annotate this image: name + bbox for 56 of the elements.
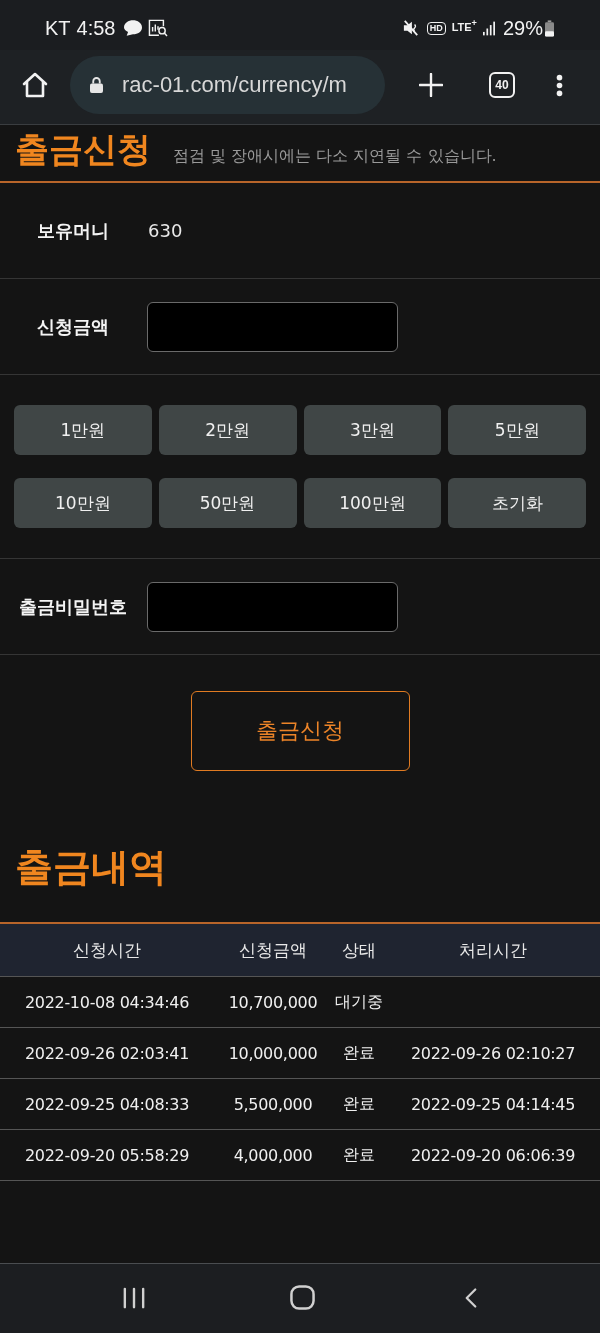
home-icon[interactable] [22,72,48,98]
balance-label: 보유머니 [36,218,110,243]
hd-voice-badge: HD [426,21,446,35]
amount-preset-button[interactable]: 3만원 [303,405,442,455]
signal-icon [482,20,495,36]
carrier-name: KT [45,17,71,39]
table-cell: 4,000,000 [233,1145,313,1165]
table-cell: 완료 [343,1042,375,1064]
tab-count-button[interactable]: 40 [489,72,515,98]
notice-text: 점검 및 장애시에는 다소 지연될 수 있습니다. [173,145,497,167]
password-input[interactable] [147,581,398,632]
table-cell: 10,700,000 [228,992,318,1012]
submit-button[interactable]: 출금신청 [190,691,410,771]
history-title: 출금내역 [15,844,167,890]
table-cell: 2022-09-26 02:03:41 [24,1043,190,1063]
new-tab-plus-icon[interactable] [419,73,443,97]
table-cell: 2022-09-25 04:08:33 [24,1094,190,1114]
back-icon[interactable] [465,1286,477,1309]
column-header: 신청시간 [73,938,141,962]
amount-label: 신청금액 [36,314,110,339]
table-cell: 완료 [343,1144,375,1166]
amount-preset-button[interactable]: 100만원 [303,478,442,528]
table-cell: 2022-09-20 06:06:39 [410,1145,576,1165]
amount-input[interactable] [147,301,398,352]
address-bar[interactable]: rac-01.com/currency/m [70,56,385,114]
page-title: 출금신청 [15,129,151,169]
amount-preset-button[interactable]: 10만원 [14,478,152,528]
amount-preset-button[interactable]: 1만원 [14,405,152,455]
table-cell: 2022-09-26 02:10:27 [410,1043,576,1063]
amount-preset-button[interactable]: 50만원 [158,478,297,528]
battery-icon [545,19,554,37]
home-button-icon[interactable] [290,1285,315,1310]
amount-preset-button[interactable]: 5만원 [448,405,586,455]
table-cell: 2022-09-25 04:14:45 [410,1094,576,1114]
balance-value: 630 [148,220,183,241]
amount-preset-button[interactable]: 초기화 [448,478,586,528]
table-cell: 5,500,000 [233,1094,313,1114]
column-header: 처리시간 [459,938,527,962]
battery-percent: 29% [502,17,543,39]
table-cell: 대기중 [335,991,383,1013]
mute-icon [402,20,419,36]
chart-search-icon [147,19,168,37]
table-cell: 2022-09-20 05:58:29 [24,1145,190,1165]
network-type: LTE$^{+}$ [451,17,477,34]
chat-bubble-icon [123,20,142,36]
table-cell: 완료 [343,1093,375,1115]
table-cell: 10,000,000 [228,1043,318,1063]
password-label: 출금비밀번호 [18,594,128,619]
more-menu-icon[interactable] [556,73,563,97]
recent-apps-icon[interactable] [123,1286,145,1309]
lock-icon [90,77,103,93]
column-header: 신청금액 [239,938,307,962]
column-header: 상태 [342,938,376,962]
amount-preset-button[interactable]: 2만원 [158,405,297,455]
table-cell: 2022-10-08 04:34:46 [24,992,190,1012]
clock-time: 4:58 [76,17,116,39]
